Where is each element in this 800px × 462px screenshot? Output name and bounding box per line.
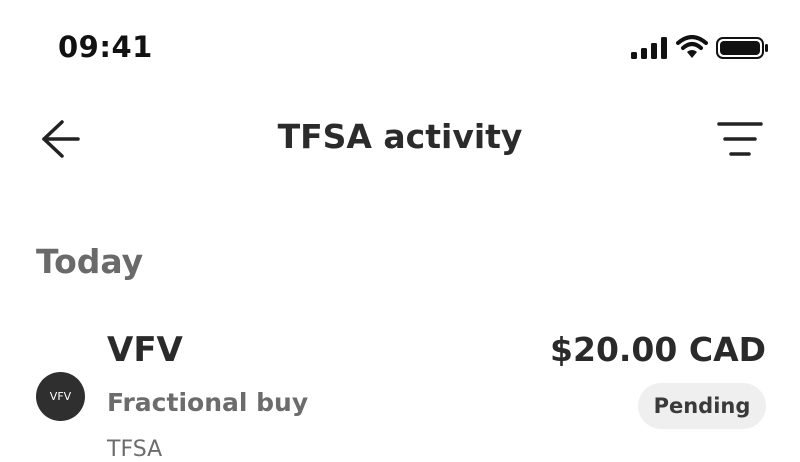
wifi-icon <box>676 35 708 58</box>
avatar: VFV <box>36 372 85 421</box>
page-title: TFSA activity <box>277 117 523 156</box>
battery-icon <box>716 37 768 59</box>
activity-type: Fractional buy <box>107 388 309 417</box>
status-time: 09:41 <box>58 30 153 64</box>
status-bar: 09:41 <box>0 0 800 95</box>
activity-symbol: VFV <box>107 330 183 370</box>
status-badge: Pending <box>638 383 766 429</box>
cellular-signal-icon <box>631 37 667 59</box>
filter-icon[interactable] <box>716 120 764 158</box>
section-header-today: Today <box>36 242 144 281</box>
activity-amount: $20.00 CAD <box>550 330 766 369</box>
